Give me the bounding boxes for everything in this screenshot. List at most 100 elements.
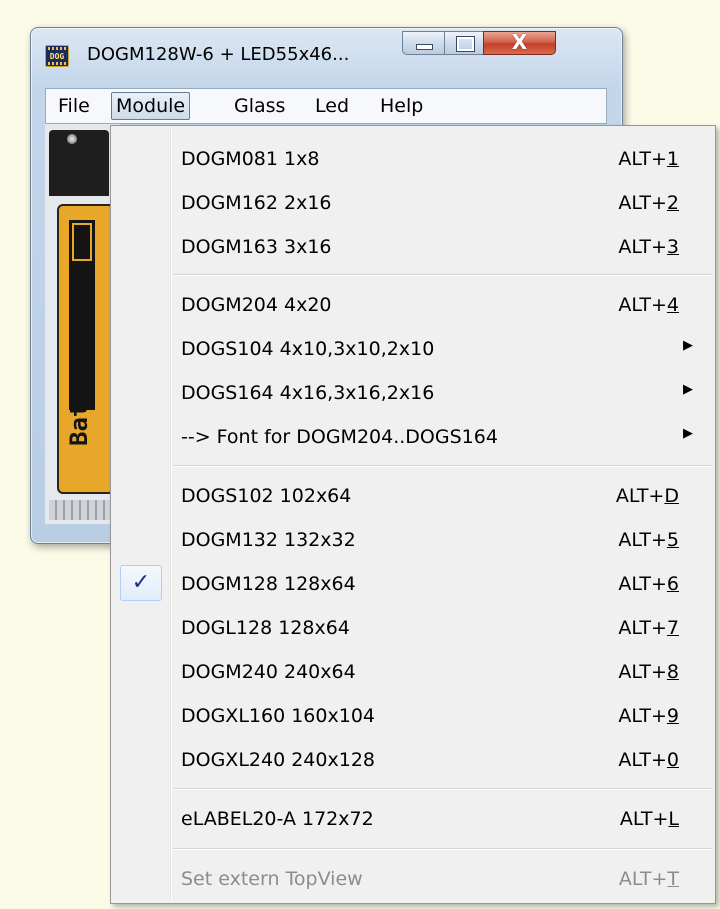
- menu-item-label: DOGS102 102x64: [181, 485, 352, 507]
- menu-led[interactable]: Led: [315, 95, 349, 117]
- shortcut-modifier: ALT+: [618, 868, 668, 890]
- menu-file[interactable]: File: [58, 95, 90, 117]
- battery-label: Bat: [65, 402, 93, 446]
- close-button[interactable]: X: [483, 30, 556, 55]
- menu-item-label: --> Font for DOGM204..DOGS164: [181, 426, 498, 448]
- menu-item-label: DOGL128 128x64: [181, 617, 350, 639]
- menu-separator: [173, 848, 713, 850]
- menu-item-dogs164[interactable]: DOGS164 4x16,3x16,2x16 ▶: [113, 372, 713, 412]
- menu-item-shortcut: ALT+6: [618, 573, 679, 595]
- menu-item-shortcut: ALT+4: [618, 294, 679, 316]
- maximize-icon: [456, 36, 475, 52]
- menu-glass[interactable]: Glass: [234, 95, 285, 117]
- window-title: DOGM128W-6 + LED55x46...: [87, 44, 350, 65]
- menu-item-label: Set extern TopView: [181, 868, 363, 890]
- shortcut-key: 5: [666, 529, 679, 551]
- shortcut-key: 1: [666, 148, 679, 170]
- menu-item-dogs102[interactable]: DOGS102 102x64 ALT+D: [113, 475, 713, 515]
- menu-item-set: Set extern TopView ALT+T: [113, 858, 713, 898]
- menu-item-elabel20-a[interactable]: eLABEL20-A 172x72 ALT+L: [113, 798, 713, 838]
- lcd-panel: Bat: [57, 204, 115, 494]
- menu-item-shortcut: ALT+0: [618, 749, 679, 771]
- menu-item-dogl128[interactable]: DOGL128 128x64 ALT+7: [113, 607, 713, 647]
- shortcut-modifier: ALT+: [618, 705, 667, 727]
- menu-bar: File Module Glass Led Help: [45, 88, 607, 124]
- menu-item-label: DOGS164 4x16,3x16,2x16: [181, 382, 435, 404]
- shortcut-key: 7: [666, 617, 679, 639]
- menu-item-label: DOGXL160 160x104: [181, 705, 375, 727]
- menu-item-dogm162[interactable]: DOGM162 2x16 ALT+2: [113, 182, 713, 222]
- menu-item--[interactable]: --> Font for DOGM204..DOGS164 ▶: [113, 416, 713, 456]
- shortcut-key: 4: [666, 294, 679, 316]
- menu-item-shortcut: ALT+7: [618, 617, 679, 639]
- menu-item-dogm132[interactable]: DOGM132 132x32 ALT+5: [113, 519, 713, 559]
- checked-indicator: ✓: [120, 565, 162, 601]
- menu-item-label: DOGM240 240x64: [181, 661, 356, 683]
- menu-item-label: DOGM128 128x64: [181, 573, 356, 595]
- menu-help[interactable]: Help: [380, 95, 423, 117]
- menu-item-dogm204[interactable]: DOGM204 4x20 ALT+4: [113, 284, 713, 324]
- menu-item-shortcut: ALT+T: [619, 868, 679, 890]
- checkmark-icon: ✓: [131, 570, 151, 595]
- menu-item-shortcut: ALT+D: [616, 485, 679, 507]
- shortcut-key: 8: [666, 661, 679, 683]
- lcd-connector: [49, 500, 113, 520]
- shortcut-modifier: ALT+: [615, 485, 665, 507]
- shortcut-modifier: ALT+: [618, 294, 667, 316]
- shortcut-modifier: ALT+: [618, 573, 667, 595]
- shortcut-modifier: ALT+: [618, 529, 667, 551]
- led-sheen: [67, 134, 77, 144]
- menu-item-shortcut: ALT+L: [620, 808, 679, 830]
- menu-separator: [173, 274, 713, 276]
- minimize-icon: [416, 44, 433, 50]
- menu-item-label: DOGM163 3x16: [181, 236, 332, 258]
- icon-pins-bottom: [48, 62, 66, 65]
- menu-item-shortcut: ALT+9: [618, 705, 679, 727]
- close-icon: X: [511, 30, 528, 54]
- menu-item-label: DOGM081 1x8: [181, 148, 320, 170]
- shortcut-key: L: [668, 808, 679, 830]
- menu-item-dogs104[interactable]: DOGS104 4x10,3x10,2x10 ▶: [113, 328, 713, 368]
- menu-module[interactable]: Module: [111, 92, 191, 120]
- shortcut-modifier: ALT+: [618, 617, 667, 639]
- led-module-top: [49, 130, 109, 196]
- shortcut-key: D: [664, 485, 679, 507]
- shortcut-modifier: ALT+: [618, 749, 667, 771]
- menu-item-dogm128[interactable]: ✓ DOGM128 128x64 ALT+6: [113, 563, 713, 603]
- minimize-button[interactable]: [402, 31, 445, 55]
- shortcut-key: 6: [666, 573, 679, 595]
- battery-bar: [69, 220, 95, 410]
- menu-item-dogm240[interactable]: DOGM240 240x64 ALT+8: [113, 651, 713, 691]
- submenu-arrow-icon: ▶: [683, 338, 693, 353]
- menu-item-label: eLABEL20-A 172x72: [181, 808, 374, 830]
- menu-item-shortcut: ALT+5: [618, 529, 679, 551]
- menu-item-dogxl240[interactable]: DOGXL240 240x128 ALT+0: [113, 739, 713, 779]
- submenu-arrow-icon: ▶: [683, 382, 693, 397]
- shortcut-modifier: ALT+: [618, 661, 667, 683]
- menu-item-label: DOGM204 4x20: [181, 294, 332, 316]
- shortcut-modifier: ALT+: [618, 148, 667, 170]
- shortcut-modifier: ALT+: [619, 808, 669, 830]
- menu-separator: [173, 465, 713, 467]
- menu-item-label: DOGS104 4x10,3x10,2x10: [181, 338, 435, 360]
- menu-item-shortcut: ALT+8: [618, 661, 679, 683]
- maximize-button[interactable]: [444, 31, 484, 55]
- app-icon-text: DOG: [49, 52, 65, 61]
- menu-item-label: DOGM132 132x32: [181, 529, 356, 551]
- battery-bar-fill: [72, 223, 92, 261]
- menu-item-dogm163[interactable]: DOGM163 3x16 ALT+3: [113, 226, 713, 266]
- menu-item-label: DOGXL240 240x128: [181, 749, 375, 771]
- menu-item-shortcut: ALT+2: [618, 192, 679, 214]
- menu-item-shortcut: ALT+3: [618, 236, 679, 258]
- submenu-arrow-icon: ▶: [683, 426, 693, 441]
- icon-pins-top: [48, 47, 66, 50]
- menu-separator: [173, 788, 713, 790]
- menu-item-dogm081[interactable]: DOGM081 1x8 ALT+1: [113, 138, 713, 178]
- module-dropdown-menu: DOGM081 1x8 ALT+1 DOGM162 2x16 ALT+2 DOGM163…: [110, 125, 716, 904]
- menu-item-shortcut: ALT+1: [618, 148, 679, 170]
- shortcut-key: T: [667, 868, 679, 890]
- dog-app-icon[interactable]: DOG: [45, 45, 69, 67]
- menu-item-dogxl160[interactable]: DOGXL160 160x104 ALT+9: [113, 695, 713, 735]
- shortcut-modifier: ALT+: [618, 236, 667, 258]
- shortcut-modifier: ALT+: [618, 192, 667, 214]
